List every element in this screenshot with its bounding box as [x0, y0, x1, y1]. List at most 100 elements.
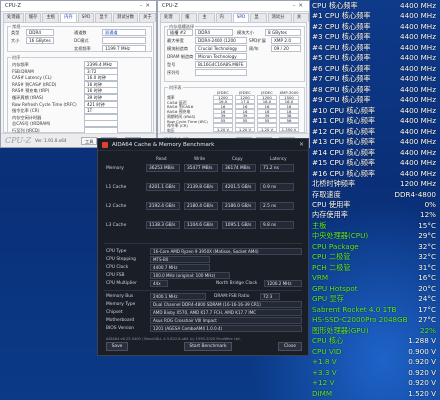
osd-row-label: #9 CPU 核心频率 — [312, 95, 371, 105]
cpuz-spd-panel: 内存插槽选择 插槽 #2 DDR4 模块大小 8 GBytes 最大带宽 DDR… — [160, 22, 307, 134]
osd-row-label: DIMM — [312, 388, 333, 398]
timing-row-label: 总CAS号 (tRDRAM) — [12, 121, 51, 127]
osd-row-value: 29°C — [418, 231, 436, 241]
tab-1[interactable]: 处理器 — [3, 13, 24, 22]
osd-row-value: 12% — [420, 210, 436, 220]
version-text: Ver. 1.91.0.x64 — [35, 138, 67, 143]
close-button[interactable]: Close — [278, 342, 302, 351]
cpuz-memory-tabs: 处理器 缓存 主板 内存 SPD 显卡 测试分数 关于 — [1, 13, 156, 22]
aida64-body: Read Write Copy Latency Memory 36253 MB/s… — [98, 151, 308, 355]
footer-note: AIDA64 v6.25.5400 / BenchDLL 4.5.822.8-x… — [106, 337, 241, 341]
memory-bus-label: Memory Bus — [106, 294, 134, 299]
osd-row: #10 CPU 核心频率 4400 MHz — [312, 106, 436, 116]
osd-row-label: CPU Package — [312, 241, 359, 251]
osd-row: CPU 核心 1.288 V — [312, 336, 436, 346]
column-header-write: Write — [194, 156, 206, 161]
tab-5[interactable]: SPD — [232, 13, 250, 22]
osd-row: #2 CPU 核心频率 4400 MHz — [312, 22, 436, 32]
aida64-titlebar[interactable]: AIDA64 Cache & Memory Benchmark ✕ — [98, 139, 308, 151]
tab-6[interactable]: 显卡 — [250, 13, 267, 28]
osd-row-value: 17°C — [418, 304, 436, 314]
tab-4[interactable]: 内存 — [215, 13, 232, 28]
benchmark-cell: 36174 MB/s — [222, 164, 256, 172]
start-benchmark-button[interactable]: Start Benchmark — [184, 342, 232, 351]
osd-row-label: #3 CPU 核心频率 — [312, 32, 371, 42]
osd-row: #11 CPU 核心频率 4400 MHz — [312, 116, 436, 126]
osd-row-value: 4400 MHz — [400, 126, 436, 136]
benchmark-cell: 2180.4 GB/s — [184, 202, 218, 210]
timing-table-cell: 1.20 V — [257, 127, 277, 133]
benchmark-row-label: L2 Cache — [106, 203, 127, 209]
bios-label: BIOS Version — [106, 326, 135, 331]
benchmark-cell: 1138.3 GB/s — [146, 221, 180, 229]
osd-row-label: #10 CPU 核心频率 — [312, 105, 376, 115]
tab-6[interactable]: 显卡 — [95, 13, 112, 22]
divider — [104, 290, 302, 291]
window-controls[interactable]: –✕ — [293, 1, 306, 12]
tools-button[interactable]: 工具 — [81, 137, 98, 145]
cpuz-memory-titlebar[interactable]: CPU-Z –✕ — [1, 1, 156, 12]
tab-7[interactable]: 测试分数 — [112, 13, 139, 22]
slot-select[interactable]: 插槽 #2 — [167, 29, 193, 36]
osd-row-label: 图形处理器(GPU) — [312, 325, 369, 335]
osd-row: GPU Hotspot 20°C — [312, 284, 436, 294]
osd-row-label: #8 CPU 核心频率 — [312, 84, 371, 94]
osd-row-label: 存取速度 — [312, 189, 341, 199]
osd-row: CPU 核心频率 4400 MHz — [312, 1, 436, 11]
tab-3[interactable]: 主板 — [198, 13, 215, 28]
channel-value: 双通道 — [102, 29, 146, 36]
osd-row-value: 4400 MHz — [400, 1, 436, 10]
column-header-latency: Latency — [270, 156, 287, 161]
cpu-stepping-label: CPU Stepping — [106, 257, 136, 262]
osd-row-value: 4400 MHz — [400, 11, 436, 21]
osd-row-value: 0.920 V — [408, 357, 436, 367]
nb-clock-label: North Bridge Clock — [216, 281, 258, 286]
window-controls[interactable]: –✕ — [140, 1, 153, 12]
tab-8[interactable]: 关于 — [292, 13, 309, 28]
monitoring-osd: CPU 核心频率 4400 MHz #1 CPU 核心频率 4400 MHz #2 CP… — [310, 0, 440, 400]
timing-row-label: Row Refresh Cycle Time (tRFC) — [12, 101, 77, 107]
osd-row-value: 1200 MHz — [400, 179, 436, 189]
osd-row-label: CPU 核心 — [312, 336, 344, 346]
module-size-value: 8 GBytes — [265, 29, 301, 36]
cpu-type-value: 16-Core AMD Ryzen 9 3950X (Matisse, Sock… — [150, 248, 302, 255]
tab-2[interactable]: 缓存 — [181, 13, 198, 28]
module-mfr-label: 模块制造商 — [167, 46, 188, 51]
tab-3[interactable]: 主板 — [42, 13, 60, 22]
osd-row-value: 4400 MHz — [400, 42, 436, 52]
close-icon[interactable]: ✕ — [299, 139, 304, 151]
xmp-value: XMP 2.0 — [271, 37, 301, 44]
osd-row-label: #12 CPU 核心频率 — [312, 126, 376, 136]
window-title: AIDA64 Cache & Memory Benchmark — [112, 142, 215, 148]
benchmark-row-label: L1 Cache — [106, 184, 127, 190]
benchmark-cell: 0.9 ns — [260, 183, 294, 191]
timing-row-label: 内存空闲计时器 — [12, 114, 42, 120]
dram-fsb-value: 72:3 — [260, 293, 280, 300]
tab-2[interactable]: 缓存 — [24, 13, 42, 22]
osd-row-label: #16 CPU 核心频率 — [312, 168, 376, 178]
save-button[interactable]: Save — [106, 342, 128, 351]
tab-1[interactable]: 处理器 — [160, 13, 181, 28]
tab-4[interactable]: 内存 — [60, 13, 77, 22]
timing-row-label: FSB:DRAM — [12, 68, 34, 74]
tab-5[interactable]: SPD — [77, 13, 95, 22]
osd-row: CPU 使用率 0% — [312, 200, 436, 210]
xmp-label: SPD扩展 — [249, 38, 266, 43]
osd-row: 北桥时钟频率 1200 MHz — [312, 179, 436, 189]
max-bw-label: 最大带宽 — [167, 38, 184, 43]
dram-fsb-label: DRAM:FSB Ratio — [214, 294, 250, 299]
osd-row: Sabrent Rocket 4.0 1TB 17°C — [312, 305, 436, 315]
osd-row-label: GPU 显存 — [312, 294, 344, 304]
tab-7[interactable]: 测试分数 — [267, 13, 292, 28]
osd-row-value: 1.288 V — [408, 336, 436, 346]
size-label: 大小 — [11, 38, 20, 43]
channel-label: 通道数 — [74, 30, 87, 35]
osd-row-value: 27°C — [418, 315, 436, 325]
cpuz-spd-titlebar[interactable]: CPU-Z –✕ — [158, 1, 309, 12]
osd-row-value: 0.920 V — [408, 378, 436, 388]
osd-row-value: 4400 MHz — [400, 63, 436, 73]
tab-8[interactable]: 关于 — [139, 13, 156, 22]
osd-row-value: 4400 MHz — [400, 116, 436, 126]
osd-row-label: #11 CPU 核心频率 — [312, 116, 376, 126]
serial-label: 序列号 — [167, 70, 180, 75]
